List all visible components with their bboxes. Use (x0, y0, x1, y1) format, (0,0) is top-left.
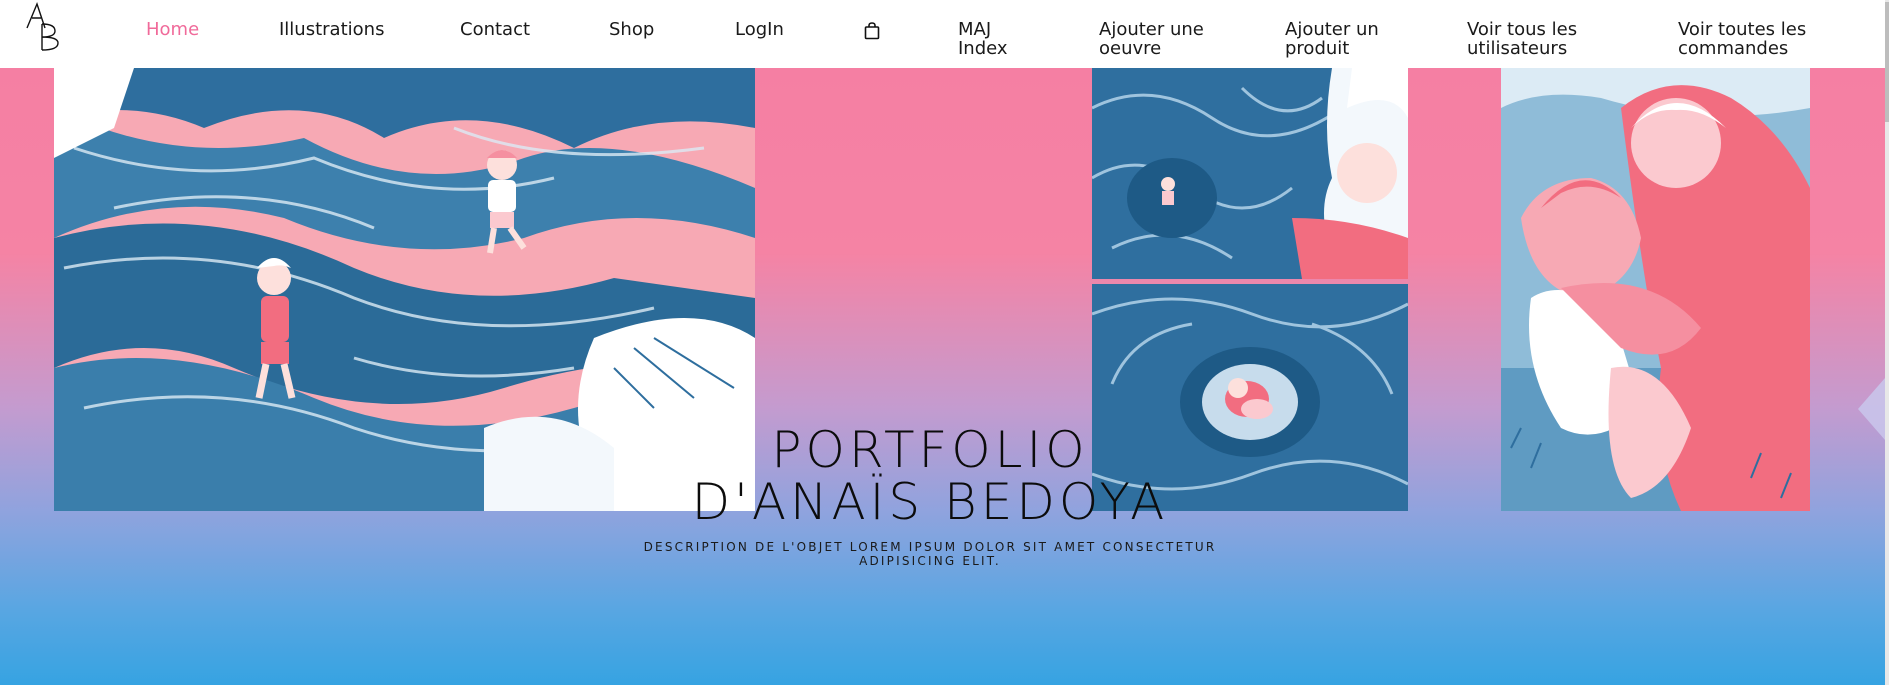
chevron-left-icon[interactable] (1858, 378, 1885, 440)
hero-section: PORTFOLIO D'ANAÏS BEDOYA DESCRIPTION DE … (0, 68, 1885, 685)
logo[interactable] (25, 2, 71, 52)
nav-home[interactable]: Home (146, 20, 199, 39)
nav-shop[interactable]: Shop (609, 20, 654, 39)
page-title: PORTFOLIO D'ANAÏS BEDOYA (691, 421, 1169, 531)
nav-ajouter-oeuvre[interactable]: Ajouter une oeuvre (1099, 20, 1224, 58)
nav-contact[interactable]: Contact (460, 20, 530, 39)
nav-maj-index[interactable]: MAJ Index (958, 20, 1028, 58)
page-scrollbar[interactable] (1885, 0, 1889, 685)
illustration-panel-top[interactable] (1092, 68, 1408, 279)
nav-login[interactable]: LogIn (735, 20, 784, 39)
scrollbar-thumb[interactable] (1885, 2, 1889, 122)
nav-ajouter-produit[interactable]: Ajouter un produit (1285, 20, 1400, 58)
nav-voir-utilisateurs[interactable]: Voir tous les utilisateurs (1467, 20, 1597, 58)
nav-voir-commandes[interactable]: Voir toutes les commandes (1678, 20, 1838, 58)
illustration-hug[interactable] (1501, 68, 1810, 511)
top-navbar: Home Illustrations Contact Shop LogIn MA… (0, 0, 1885, 68)
nav-illustrations[interactable]: Illustrations (279, 20, 384, 39)
hero-description: DESCRIPTION DE L'OBJET LOREM IPSUM DOLOR… (643, 540, 1217, 568)
shopping-bag-icon[interactable] (864, 22, 880, 40)
